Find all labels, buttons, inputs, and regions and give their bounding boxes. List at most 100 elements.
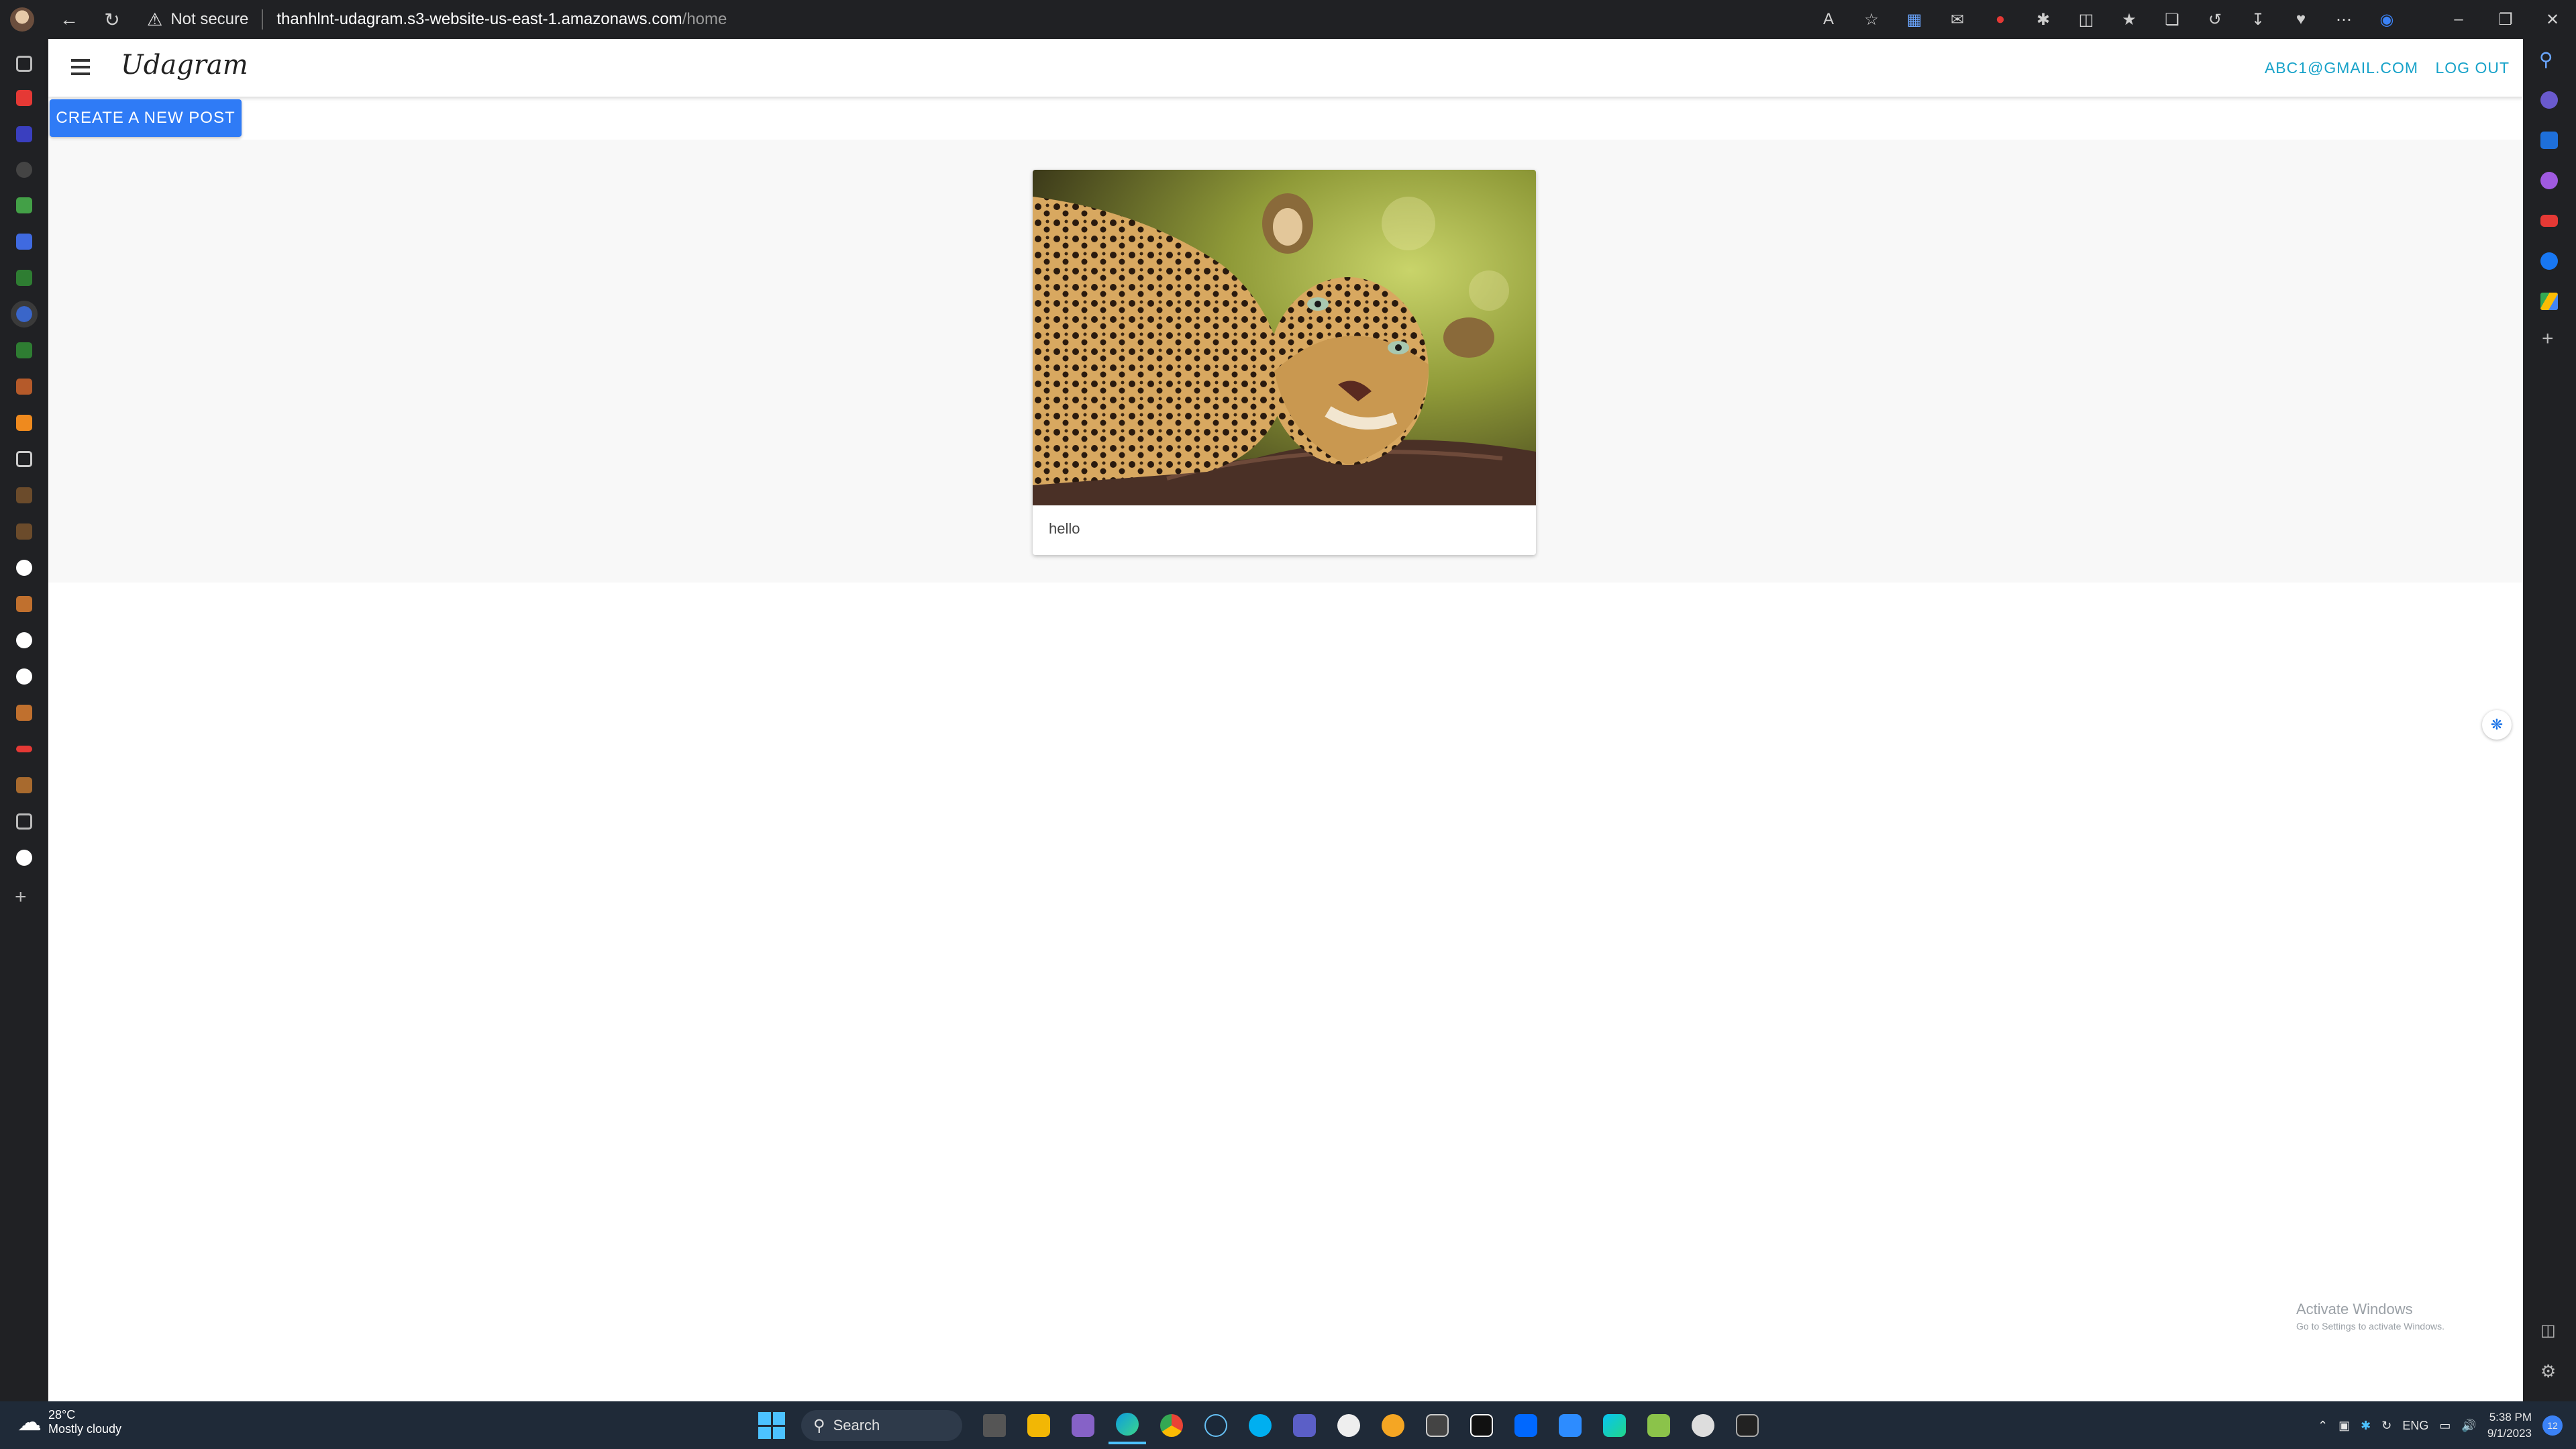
steam-icon[interactable] [1197,1407,1235,1444]
refresh-icon[interactable]: ↻ [97,5,127,34]
task-view-icon[interactable] [976,1407,1013,1444]
collections-icon[interactable]: ❏ [2151,0,2194,39]
network-icon[interactable]: ▭ [2439,1419,2451,1433]
toolbar-right: A ☆ ▦ ✉ ● ✱ ◫ ★ ❏ ↺ ↧ ♥ ⋯ ◉ – ❐ ✕ [1807,0,2576,39]
brand-logo[interactable]: Udagram [121,50,248,81]
tab-google-icon[interactable] [16,850,32,866]
tab-site-icon[interactable] [16,777,32,793]
visual-studio-icon[interactable] [1064,1407,1102,1444]
performance-icon[interactable]: ♥ [2279,0,2322,39]
tab-google-icon[interactable] [16,668,32,685]
clock-date: 9/1/2023 [2487,1427,2532,1440]
youtube-icon[interactable] [2540,215,2558,227]
edge-icon[interactable] [1109,1407,1146,1444]
tab-github-icon[interactable] [16,162,32,178]
chevron-up-icon[interactable]: ⌃ [2318,1419,2328,1433]
system-tray: ⌃ ▣ ✱ ↻ ENG ▭ 🔊 5:38 PM 9/1/2023 12 [2318,1407,2563,1444]
cloud-icon: ☁ [17,1408,42,1436]
tab-actions-icon[interactable] [16,56,32,72]
tab-site-icon[interactable] [16,197,32,213]
tab-site-icon[interactable] [16,415,32,431]
outlook-icon[interactable] [2540,132,2558,149]
snipping-tool-icon[interactable] [1419,1407,1456,1444]
windows-start-icon[interactable] [758,1412,785,1439]
messenger-icon[interactable] [2540,172,2558,189]
add-app-plus-icon[interactable]: + [2542,328,2554,350]
tab-active-icon[interactable] [11,301,38,328]
weather-widget[interactable]: ☁ 28°C Mostly cloudy [17,1408,121,1436]
tab-site-icon[interactable] [16,487,32,503]
extensions-icon[interactable]: ✱ [2022,0,2065,39]
webstorm-icon[interactable] [1596,1407,1633,1444]
notification-badge[interactable]: 12 [2542,1415,2563,1436]
tab-site-icon[interactable] [16,234,32,250]
volume-icon[interactable]: 🔊 [2461,1419,2476,1433]
url-host: thanhlnt-udagram.s3-website-us-east-1.am… [276,10,682,28]
tab-site-icon[interactable] [16,746,32,752]
more-icon[interactable]: ⋯ [2322,0,2365,39]
watermark-title: Activate Windows [2296,1301,2413,1317]
taskbar-apps: ⚲ Search [758,1407,1766,1444]
zalo-icon[interactable] [1507,1407,1545,1444]
profile-avatar[interactable] [10,7,34,32]
skype-icon[interactable] [1241,1407,1279,1444]
favorite-star-icon[interactable]: ☆ [1850,0,1893,39]
tray-app-icon[interactable]: ▣ [2338,1419,2350,1433]
tab-site-icon[interactable] [16,523,32,540]
tab-youtube-icon[interactable] [16,90,32,106]
taskbar-search[interactable]: ⚲ Search [801,1410,962,1441]
address-bar[interactable]: ⚠ Not secure thanhlnt-udagram.s3-website… [147,5,727,34]
translate-icon[interactable]: ▦ [1893,0,1936,39]
tab-site-icon[interactable] [16,270,32,286]
notepad-plus-icon[interactable] [1640,1407,1678,1444]
settings-gear-icon[interactable]: ⚙ [2540,1361,2556,1382]
zoom-icon[interactable] [1551,1407,1589,1444]
tab-google-icon[interactable] [16,560,32,576]
minimize-icon[interactable]: – [2435,10,2482,29]
tab-site-icon[interactable] [16,596,32,612]
history-icon[interactable]: ↺ [2194,0,2236,39]
extension-red-icon[interactable]: ● [1979,0,2022,39]
close-icon[interactable]: ✕ [2529,10,2576,30]
split-screen-icon[interactable]: ◫ [2065,0,2108,39]
app-icon[interactable] [1330,1407,1368,1444]
new-tab-plus-icon[interactable]: + [15,886,27,909]
language-indicator[interactable]: ENG [2402,1419,2428,1433]
chrome-icon[interactable] [1153,1407,1190,1444]
logout-button[interactable]: LOG OUT [2435,59,2510,77]
facebook-icon[interactable] [2540,252,2558,270]
clock[interactable]: 5:38 PM 9/1/2023 [2487,1409,2532,1442]
maximize-icon[interactable]: ❐ [2482,10,2529,30]
favorites-icon[interactable]: ★ [2108,0,2151,39]
tab-document-icon[interactable] [16,451,32,467]
google-drive-icon[interactable] [2540,293,2558,310]
create-post-button[interactable]: CREATE A NEW POST [50,99,242,137]
file-explorer-icon[interactable] [1020,1407,1058,1444]
capcut-icon[interactable] [1463,1407,1500,1444]
tab-site-icon[interactable] [16,342,32,358]
tab-google-icon[interactable] [16,632,32,648]
teams-icon[interactable] [1286,1407,1323,1444]
page-viewport: Udagram ABC1@GMAIL.COM LOG OUT CREATE A … [48,39,2523,1401]
bluetooth-icon[interactable]: ✱ [2361,1419,2371,1433]
clock-time: 5:38 PM [2489,1411,2532,1423]
download-icon[interactable]: ↧ [2236,0,2279,39]
sync-icon[interactable]: ↻ [2381,1419,2391,1433]
read-aloud-icon[interactable]: A [1807,0,1850,39]
tab-site-icon[interactable] [16,126,32,142]
sidebar-copilot-icon[interactable] [2540,91,2558,109]
sidebar-layout-icon[interactable]: ◫ [2540,1321,2556,1340]
tab-site-icon[interactable] [16,813,32,830]
bing-icon[interactable]: ◉ [2365,0,2408,39]
hamburger-menu-icon[interactable] [67,54,94,81]
mail-extension-icon[interactable]: ✉ [1936,0,1979,39]
tab-site-icon[interactable] [16,705,32,721]
app-icon[interactable] [1374,1407,1412,1444]
back-icon[interactable]: ← [54,5,84,34]
tab-site-icon[interactable] [16,379,32,395]
app-icon[interactable] [1684,1407,1722,1444]
copilot-float-icon[interactable]: ❋ [2482,710,2512,740]
user-email-link[interactable]: ABC1@GMAIL.COM [2265,59,2418,77]
search-icon[interactable]: ⚲ [2539,48,2553,70]
terminal-icon[interactable] [1729,1407,1766,1444]
